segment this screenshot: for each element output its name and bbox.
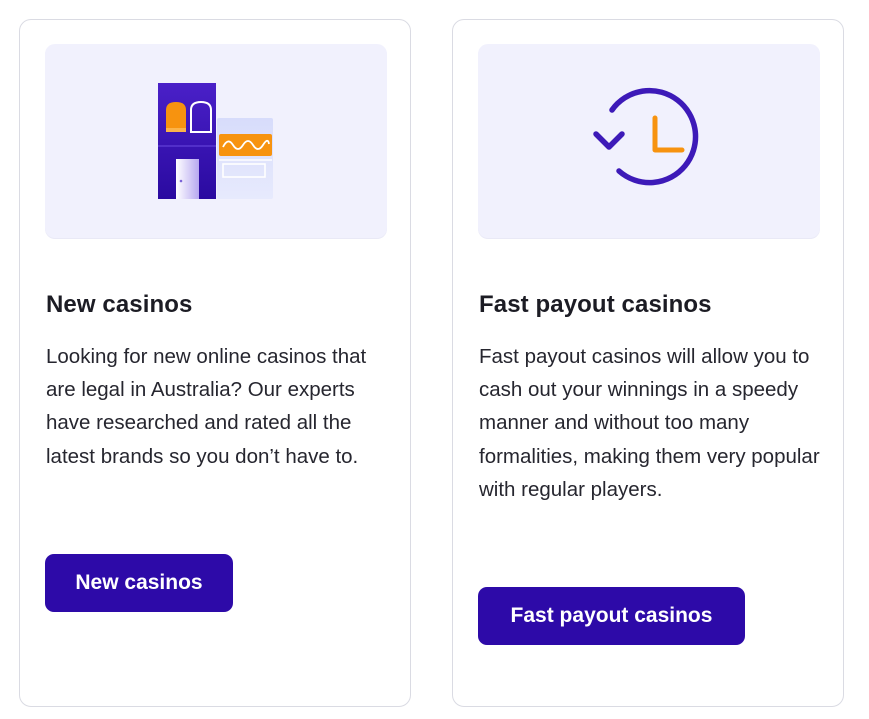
card-fast-payout-casinos: Fast payout casinos Fast payout casinos …: [452, 19, 844, 707]
fast-payout-casinos-button[interactable]: Fast payout casinos: [478, 587, 745, 645]
new-casinos-button[interactable]: New casinos: [45, 554, 233, 612]
casino-building-icon: [158, 83, 273, 199]
card-description: Fast payout casinos will allow you to ca…: [479, 345, 820, 501]
illustration-panel: [45, 44, 387, 238]
card-title: Fast payout casinos: [479, 291, 712, 318]
illustration-panel: [478, 44, 820, 238]
card-description: Looking for new online casinos that are …: [46, 345, 367, 468]
clock-rewind-icon: [593, 87, 699, 186]
card-title: New casinos: [46, 291, 193, 318]
card-new-casinos: New casinos Looking for new online casin…: [19, 19, 411, 707]
